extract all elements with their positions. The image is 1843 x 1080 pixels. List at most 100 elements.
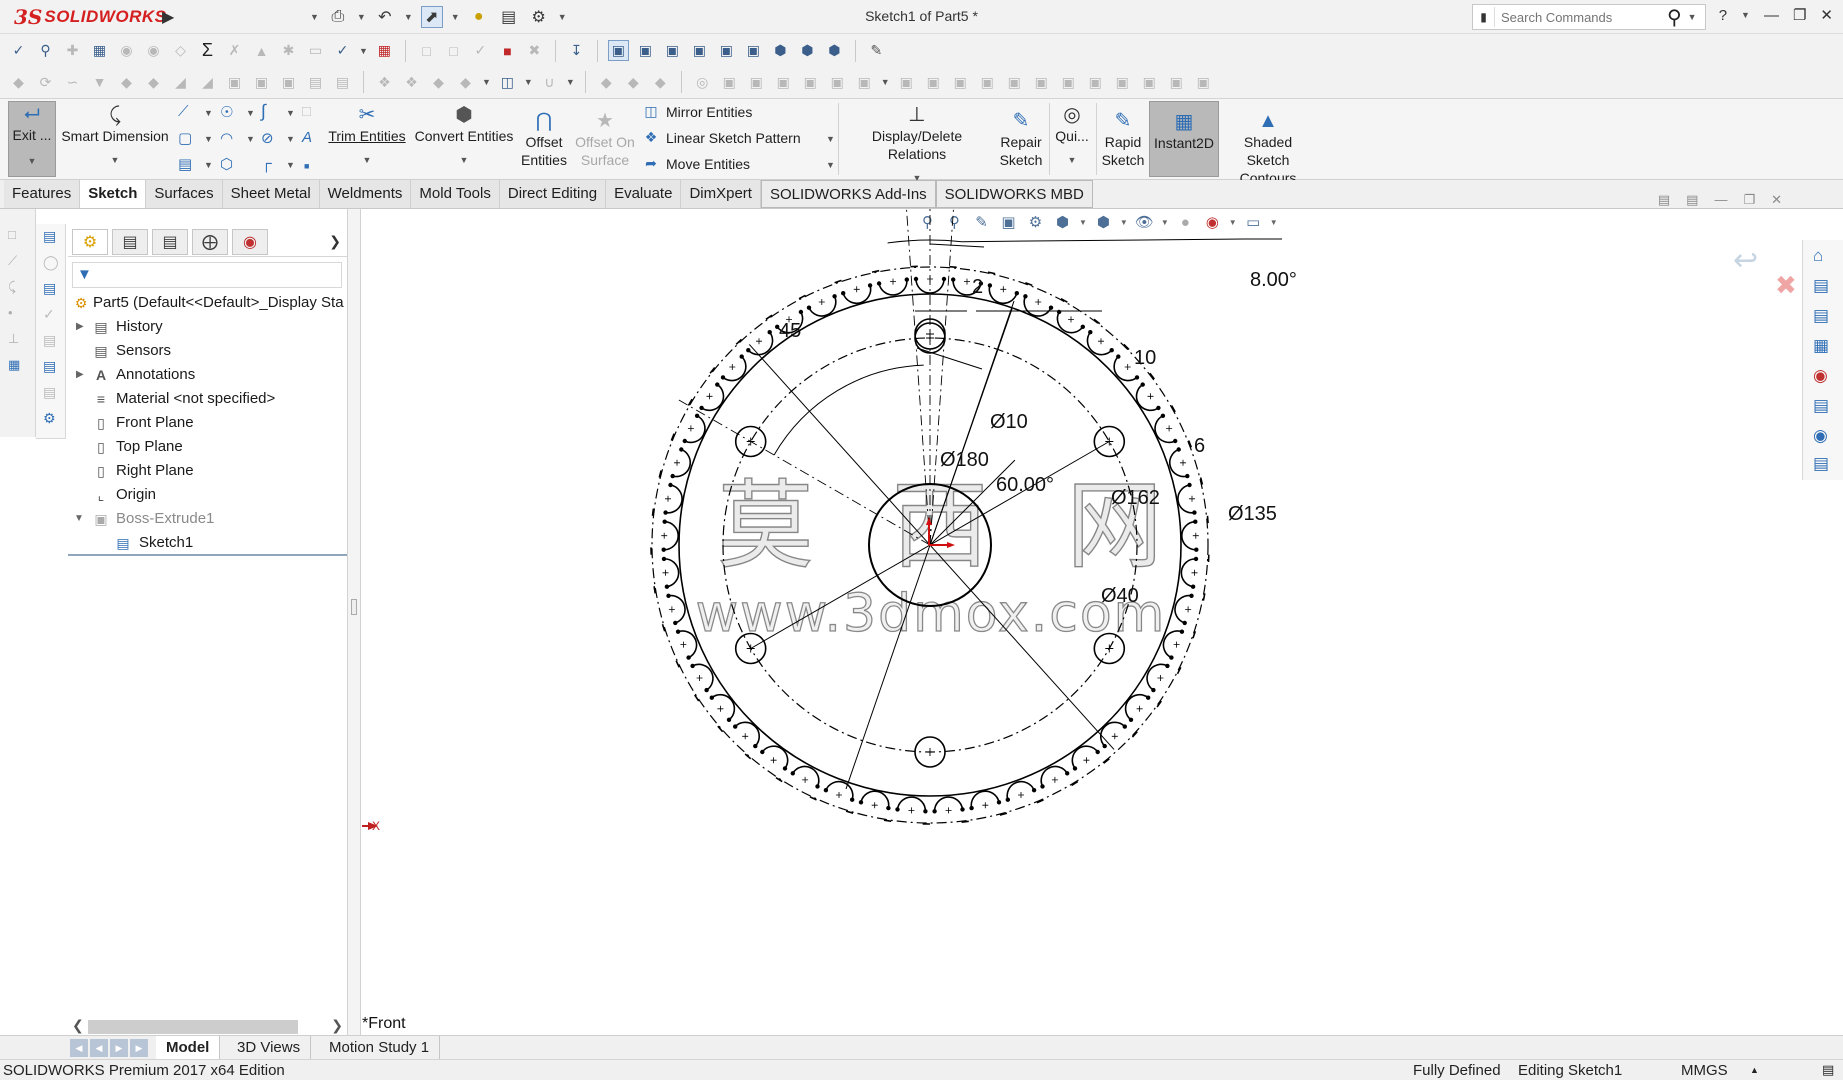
polygon-icon[interactable]: ⬡ bbox=[220, 155, 233, 173]
tree-item-history[interactable]: ▶ ▤ History bbox=[68, 315, 347, 339]
status-message-icon[interactable]: ▤ bbox=[1822, 1062, 1834, 1078]
viewport-split-icon[interactable]: ▤ bbox=[1686, 192, 1698, 208]
convert-entities-button[interactable]: ⬢ Convert Entities ▼ bbox=[412, 103, 516, 169]
top-view-icon[interactable]: ▣ bbox=[716, 40, 737, 61]
revolve-icon[interactable]: ⟳ bbox=[35, 72, 56, 93]
close-icon[interactable]: ✕ bbox=[1820, 6, 1833, 24]
dome-icon[interactable]: ▤ bbox=[332, 72, 353, 93]
design-library-icon[interactable]: ▤ bbox=[1813, 276, 1829, 296]
dimension-dia-135[interactable]: Ø135 bbox=[1228, 503, 1277, 525]
circular-pattern-icon[interactable]: ❖ bbox=[401, 72, 422, 93]
expand-arrow-icon[interactable]: ▶ bbox=[76, 315, 84, 339]
spline-dropdown-icon[interactable]: ▼ bbox=[286, 108, 295, 118]
quick-snaps-button[interactable]: ◎ Qui... ▼ bbox=[1052, 103, 1092, 169]
balloon-icon[interactable]: ◯ bbox=[43, 254, 59, 271]
offset-entities-button[interactable]: ⋂ Offset Entities bbox=[518, 109, 570, 169]
scroll-right-icon[interactable]: ❯ bbox=[331, 1017, 343, 1034]
point-icon[interactable]: • bbox=[8, 305, 13, 320]
tree-item-annotations[interactable]: ▶ A Annotations bbox=[68, 363, 347, 387]
unit-system-dropdown-icon[interactable]: ▲ bbox=[1750, 1065, 1759, 1075]
scrollbar-thumb[interactable] bbox=[88, 1020, 298, 1034]
extrude-boss-icon[interactable]: ◆ bbox=[8, 72, 29, 93]
ellipse-dropdown-icon[interactable]: ▼ bbox=[286, 134, 295, 144]
geometry-analysis-icon[interactable]: ✓ bbox=[332, 40, 353, 61]
display-manager-icon[interactable]: ◉ bbox=[232, 228, 268, 255]
curves-dropdown-icon[interactable]: ▼ bbox=[566, 77, 575, 87]
display-delete-relations-button[interactable]: ⊥ Display/Delete Relations ▼ bbox=[842, 103, 992, 187]
dimension-6[interactable]: 6 bbox=[1194, 435, 1205, 457]
dimension-2[interactable]: 2 bbox=[972, 276, 983, 298]
tree-item-right-plane[interactable]: ▯ Right Plane bbox=[68, 459, 347, 483]
rib-icon[interactable]: ▣ bbox=[278, 72, 299, 93]
circle-dropdown-icon[interactable]: ▼ bbox=[246, 108, 255, 118]
feature-manager-tree-icon[interactable]: ⚙ bbox=[72, 228, 108, 255]
costing-icon[interactable]: ✖ bbox=[524, 40, 545, 61]
next-tab-icon[interactable]: ▶ bbox=[110, 1039, 128, 1057]
trim-surface-icon[interactable]: ▣ bbox=[950, 72, 971, 93]
slot-dropdown-icon[interactable]: ▼ bbox=[204, 160, 213, 170]
reference-geometry-icon[interactable]: ◆ bbox=[455, 72, 476, 93]
weld-symbol-icon[interactable]: ▤ bbox=[43, 332, 56, 349]
normal-to-icon[interactable]: ↧ bbox=[566, 40, 587, 61]
smart-dimension-dropdown-icon[interactable]: ▼ bbox=[111, 151, 120, 169]
search-dropdown-icon[interactable]: ▼ bbox=[1688, 12, 1697, 22]
analysis-dropdown-icon[interactable]: ▼ bbox=[359, 46, 368, 56]
linear-sketch-pattern-button[interactable]: ❖ Linear Sketch Pattern bbox=[642, 129, 801, 146]
reference-dropdown-icon[interactable]: ▼ bbox=[482, 77, 491, 87]
line-dropdown-icon[interactable]: ▼ bbox=[204, 108, 213, 118]
dimension-10[interactable]: 10 bbox=[1134, 347, 1156, 369]
freeform-icon[interactable]: ▣ bbox=[1193, 72, 1214, 93]
smart-dimension-button[interactable]: ⤹ Smart Dimension ▼ bbox=[60, 103, 170, 169]
new-dropdown-icon[interactable]: ▼ bbox=[310, 12, 319, 22]
trim-entities-button[interactable]: ✂ Trim Entities ▼ bbox=[326, 103, 408, 169]
tab-3d-views[interactable]: 3D Views bbox=[227, 1036, 312, 1060]
graphics-area[interactable]: ▤ ▤ — ❐ ✕ ⚲ ⚲ ✎ ▣ ⚙ ⬢ ▼ ⬢ ▼ 👁 ▼ ● ◉ ▼ ▭ … bbox=[362, 192, 1802, 1045]
tree-filter[interactable]: ▼ bbox=[72, 262, 342, 288]
circle-icon[interactable]: ☉ bbox=[220, 103, 233, 121]
fillet-sketch-icon[interactable]: ┌ bbox=[261, 155, 272, 172]
tab-evaluate[interactable]: Evaluate bbox=[606, 180, 682, 208]
tab-dimxpert[interactable]: DimXpert bbox=[681, 180, 761, 208]
left-view-icon[interactable]: ▣ bbox=[662, 40, 683, 61]
dimension-dia-180[interactable]: Ø180 bbox=[940, 449, 989, 471]
extend-surface-icon[interactable]: ▣ bbox=[1112, 72, 1133, 93]
forum-icon[interactable]: ◉ bbox=[1813, 426, 1828, 446]
rectangle-icon[interactable]: ▢ bbox=[178, 129, 192, 147]
untrim-surface-icon[interactable]: ▣ bbox=[1085, 72, 1106, 93]
print-icon[interactable]: ⎙ bbox=[327, 6, 349, 28]
sketch-drawing[interactable]: 莫 西 网 www.3dmox.com 2 8.00° 45 10 Ø10 6 … bbox=[362, 209, 1802, 1045]
datum-feature-icon[interactable]: ▤ bbox=[43, 358, 56, 375]
dimension-dia-10[interactable]: Ø10 bbox=[990, 411, 1028, 433]
options-gear-icon[interactable]: ⚙ bbox=[528, 6, 550, 28]
instant3d-icon[interactable]: ◆ bbox=[596, 72, 617, 93]
tree-item-origin[interactable]: ⌞ Origin bbox=[68, 483, 347, 507]
confirmation-corner-cancel-icon[interactable]: ✖ bbox=[1775, 270, 1797, 301]
mass-properties-icon[interactable]: ◉ bbox=[116, 40, 137, 61]
smart-dimension-icon[interactable]: ⤹ bbox=[8, 279, 16, 295]
sweep-icon[interactable]: ∽ bbox=[62, 72, 83, 93]
panel-splitter[interactable] bbox=[347, 209, 361, 1045]
split-icon[interactable]: ◆ bbox=[623, 72, 644, 93]
dimension-8-deg[interactable]: 8.00° bbox=[1250, 269, 1297, 291]
tab-solidworks-mbd[interactable]: SOLIDWORKS MBD bbox=[935, 180, 1093, 208]
cut-with-surface-icon[interactable]: ▣ bbox=[1166, 72, 1187, 93]
undercut-icon[interactable]: ✱ bbox=[278, 40, 299, 61]
hole-wizard-icon[interactable]: ◎ bbox=[692, 72, 713, 93]
surface-extrude-icon[interactable]: ▣ bbox=[719, 72, 740, 93]
shell-icon[interactable]: ▣ bbox=[224, 72, 245, 93]
first-tab-icon[interactable]: ◀ bbox=[70, 1039, 88, 1057]
viewport-minimize-icon[interactable]: — bbox=[1714, 192, 1727, 208]
line-icon[interactable]: ⟋ bbox=[178, 103, 189, 120]
tab-sketch[interactable]: Sketch bbox=[80, 180, 147, 208]
sketch-relations-icon[interactable]: ⚙ bbox=[43, 410, 56, 427]
shaded-sketch-contours-button[interactable]: ▲ Shaded Sketch Contours bbox=[1222, 109, 1314, 187]
move-dropdown-icon[interactable]: ▼ bbox=[826, 160, 835, 170]
trim-dropdown-icon[interactable]: ▼ bbox=[363, 151, 372, 169]
viewport-restore-icon[interactable]: ❐ bbox=[1743, 192, 1755, 208]
custom-properties-icon[interactable]: ▤ bbox=[1813, 396, 1829, 416]
knit-surface-icon[interactable]: ▣ bbox=[977, 72, 998, 93]
line-icon[interactable]: ⟋ bbox=[8, 253, 17, 269]
ruled-surface-icon[interactable]: ▣ bbox=[923, 72, 944, 93]
tab-surfaces[interactable]: Surfaces bbox=[146, 180, 223, 208]
surface-finish-icon[interactable]: ✓ bbox=[43, 306, 55, 323]
